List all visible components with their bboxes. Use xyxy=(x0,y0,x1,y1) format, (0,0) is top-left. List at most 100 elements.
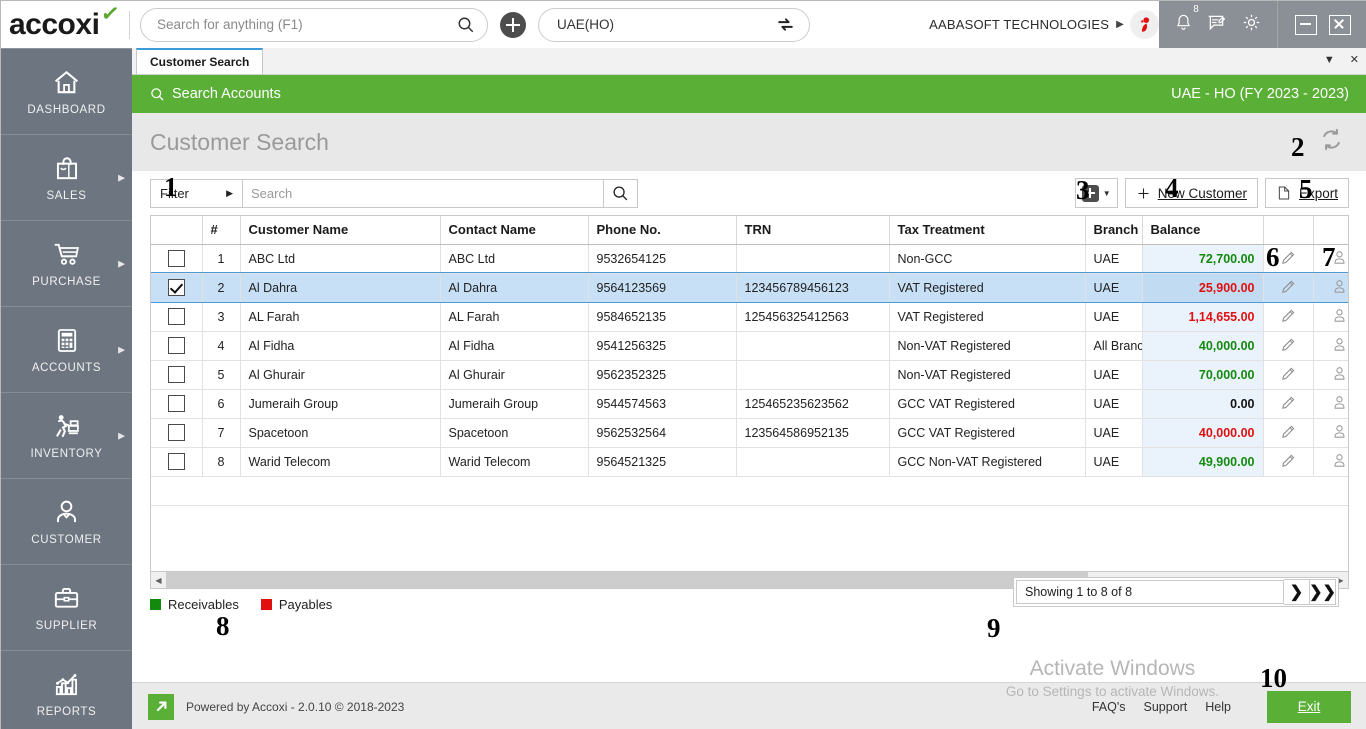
exit-button[interactable]: Exit xyxy=(1267,691,1351,723)
tab-customer-search[interactable]: Customer Search xyxy=(136,48,263,74)
table-row[interactable]: 3AL FarahAL Farah95846521351254563254125… xyxy=(151,302,1349,331)
row-checkbox[interactable] xyxy=(168,366,185,383)
tab-list-dropdown-icon[interactable]: ▼ xyxy=(1324,54,1335,66)
row-select-cell[interactable] xyxy=(151,360,202,389)
row-customer-name[interactable]: Al Ghurair xyxy=(240,360,440,389)
export-button[interactable]: Export xyxy=(1265,178,1349,208)
table-row[interactable]: 6Jumeraih GroupJumeraih Group95445745631… xyxy=(151,389,1349,418)
row-edit-cell[interactable] xyxy=(1263,331,1313,360)
row-customer-name[interactable]: Al Fidha xyxy=(240,331,440,360)
table-row[interactable]: 4Al FidhaAl Fidha9541256325Non-VAT Regis… xyxy=(151,331,1349,360)
table-row[interactable]: 8Warid TelecomWarid Telecom9564521325GCC… xyxy=(151,447,1349,476)
row-select-cell[interactable] xyxy=(151,273,202,302)
column-header-tax-treatment[interactable]: Tax Treatment xyxy=(889,216,1085,244)
footer-link-help[interactable]: Help xyxy=(1205,700,1231,714)
row-checkbox[interactable] xyxy=(168,250,185,267)
notifications-button[interactable]: 8 xyxy=(1174,13,1193,37)
table-row[interactable]: 7SpacetoonSpacetoon956253256412356458695… xyxy=(151,418,1349,447)
new-customer-button[interactable]: New Customer xyxy=(1125,178,1258,208)
column-header-trn[interactable]: TRN xyxy=(736,216,889,244)
row-select-cell[interactable] xyxy=(151,418,202,447)
scroll-left-arrow-icon[interactable]: ◀ xyxy=(151,576,166,585)
row-checkbox[interactable] xyxy=(168,308,185,325)
row-user-cell[interactable] xyxy=(1313,331,1349,360)
row-customer-name[interactable]: Spacetoon xyxy=(240,418,440,447)
messages-button[interactable] xyxy=(1206,12,1227,38)
row-customer-name[interactable]: Jumeraih Group xyxy=(240,389,440,418)
row-edit-cell[interactable] xyxy=(1263,244,1313,273)
global-search[interactable] xyxy=(140,8,488,42)
table-row[interactable]: 1ABC LtdABC Ltd9532654125Non-GCCUAE72,70… xyxy=(151,244,1349,273)
column-header-phone[interactable]: Phone No. xyxy=(588,216,736,244)
add-options-button[interactable]: ▼ xyxy=(1075,178,1118,208)
row-customer-name[interactable]: AL Farah xyxy=(240,302,440,331)
sidebar-item-accounts[interactable]: ACCOUNTS ▶ xyxy=(1,307,132,393)
row-edit-cell[interactable] xyxy=(1263,418,1313,447)
avatar[interactable] xyxy=(1130,10,1159,39)
column-header-contact-name[interactable]: Contact Name xyxy=(440,216,588,244)
row-checkbox[interactable] xyxy=(168,424,185,441)
row-select-cell[interactable] xyxy=(151,447,202,476)
company-selector[interactable]: AABASOFT TECHNOLOGIES ▶ xyxy=(929,17,1130,32)
row-edit-cell[interactable] xyxy=(1263,302,1313,331)
close-window-button[interactable] xyxy=(1329,15,1351,35)
row-user-cell[interactable] xyxy=(1313,447,1349,476)
row-select-cell[interactable] xyxy=(151,302,202,331)
column-header-index[interactable]: # xyxy=(202,216,240,244)
row-checkbox[interactable] xyxy=(168,279,185,296)
last-page-button[interactable]: ❯❯ xyxy=(1310,579,1336,605)
column-header-select[interactable] xyxy=(151,216,202,244)
row-customer-name[interactable]: ABC Ltd xyxy=(240,244,440,273)
page-title-bar: Customer Search xyxy=(132,113,1366,171)
row-user-cell[interactable] xyxy=(1313,418,1349,447)
next-page-button[interactable]: ❯ xyxy=(1284,579,1310,605)
column-header-branch[interactable]: Branch xyxy=(1085,216,1142,244)
filter-dropdown[interactable]: Filter ▶ xyxy=(151,180,243,207)
row-edit-cell[interactable] xyxy=(1263,389,1313,418)
row-checkbox[interactable] xyxy=(168,337,185,354)
footer-link-support[interactable]: Support xyxy=(1144,700,1188,714)
search-button[interactable] xyxy=(603,180,637,207)
column-header-customer-name[interactable]: Customer Name xyxy=(240,216,440,244)
footer-link-faq[interactable]: FAQ's xyxy=(1092,700,1126,714)
sidebar-item-purchase[interactable]: PURCHASE ▶ xyxy=(1,221,132,307)
sidebar-item-reports[interactable]: REPORTS xyxy=(1,651,132,729)
quick-add-button[interactable] xyxy=(500,12,526,38)
row-user-cell[interactable] xyxy=(1313,389,1349,418)
footer: Powered by Accoxi - 2.0.10 © 2018-2023 F… xyxy=(132,682,1366,729)
close-tab-icon[interactable]: ✕ xyxy=(1350,53,1359,66)
row-edit-cell[interactable] xyxy=(1263,273,1313,302)
sidebar-item-supplier[interactable]: SUPPLIER xyxy=(1,565,132,651)
table-row[interactable]: 5Al GhurairAl Ghurair9562352325Non-VAT R… xyxy=(151,360,1349,389)
row-index: 4 xyxy=(202,331,240,360)
row-select-cell[interactable] xyxy=(151,331,202,360)
global-search-input[interactable] xyxy=(157,17,457,32)
row-user-cell[interactable] xyxy=(1313,302,1349,331)
row-user-cell[interactable] xyxy=(1313,360,1349,389)
row-select-cell[interactable] xyxy=(151,244,202,273)
row-checkbox[interactable] xyxy=(168,453,185,470)
table-row[interactable]: 2Al DahraAl Dahra95641235691234567894561… xyxy=(151,273,1349,302)
row-customer-name[interactable]: Warid Telecom xyxy=(240,447,440,476)
row-user-cell[interactable] xyxy=(1313,273,1349,302)
sidebar-item-inventory[interactable]: INVENTORY ▶ xyxy=(1,393,132,479)
settings-button[interactable] xyxy=(1241,12,1262,38)
row-user-cell[interactable] xyxy=(1313,244,1349,273)
sidebar-item-dashboard[interactable]: DASHBOARD xyxy=(1,49,132,135)
sidebar-item-customer[interactable]: CUSTOMER xyxy=(1,479,132,565)
page-title: Customer Search xyxy=(150,129,329,156)
triangle-right-icon: ▶ xyxy=(226,188,233,199)
sidebar-item-sales[interactable]: SALES ▶ xyxy=(1,135,132,221)
row-select-cell[interactable] xyxy=(151,389,202,418)
row-customer-name[interactable]: Al Dahra xyxy=(240,273,440,302)
branch-selector[interactable]: UAE(HO) xyxy=(538,8,810,42)
row-edit-cell[interactable] xyxy=(1263,447,1313,476)
row-edit-cell[interactable] xyxy=(1263,360,1313,389)
minimize-button[interactable] xyxy=(1295,15,1317,35)
row-checkbox[interactable] xyxy=(168,395,185,412)
search-input[interactable] xyxy=(243,180,603,207)
column-header-balance[interactable]: Balance xyxy=(1142,216,1263,244)
scrollbar-thumb[interactable] xyxy=(166,572,1088,588)
row-trn xyxy=(736,447,889,476)
refresh-button[interactable] xyxy=(1318,126,1345,158)
